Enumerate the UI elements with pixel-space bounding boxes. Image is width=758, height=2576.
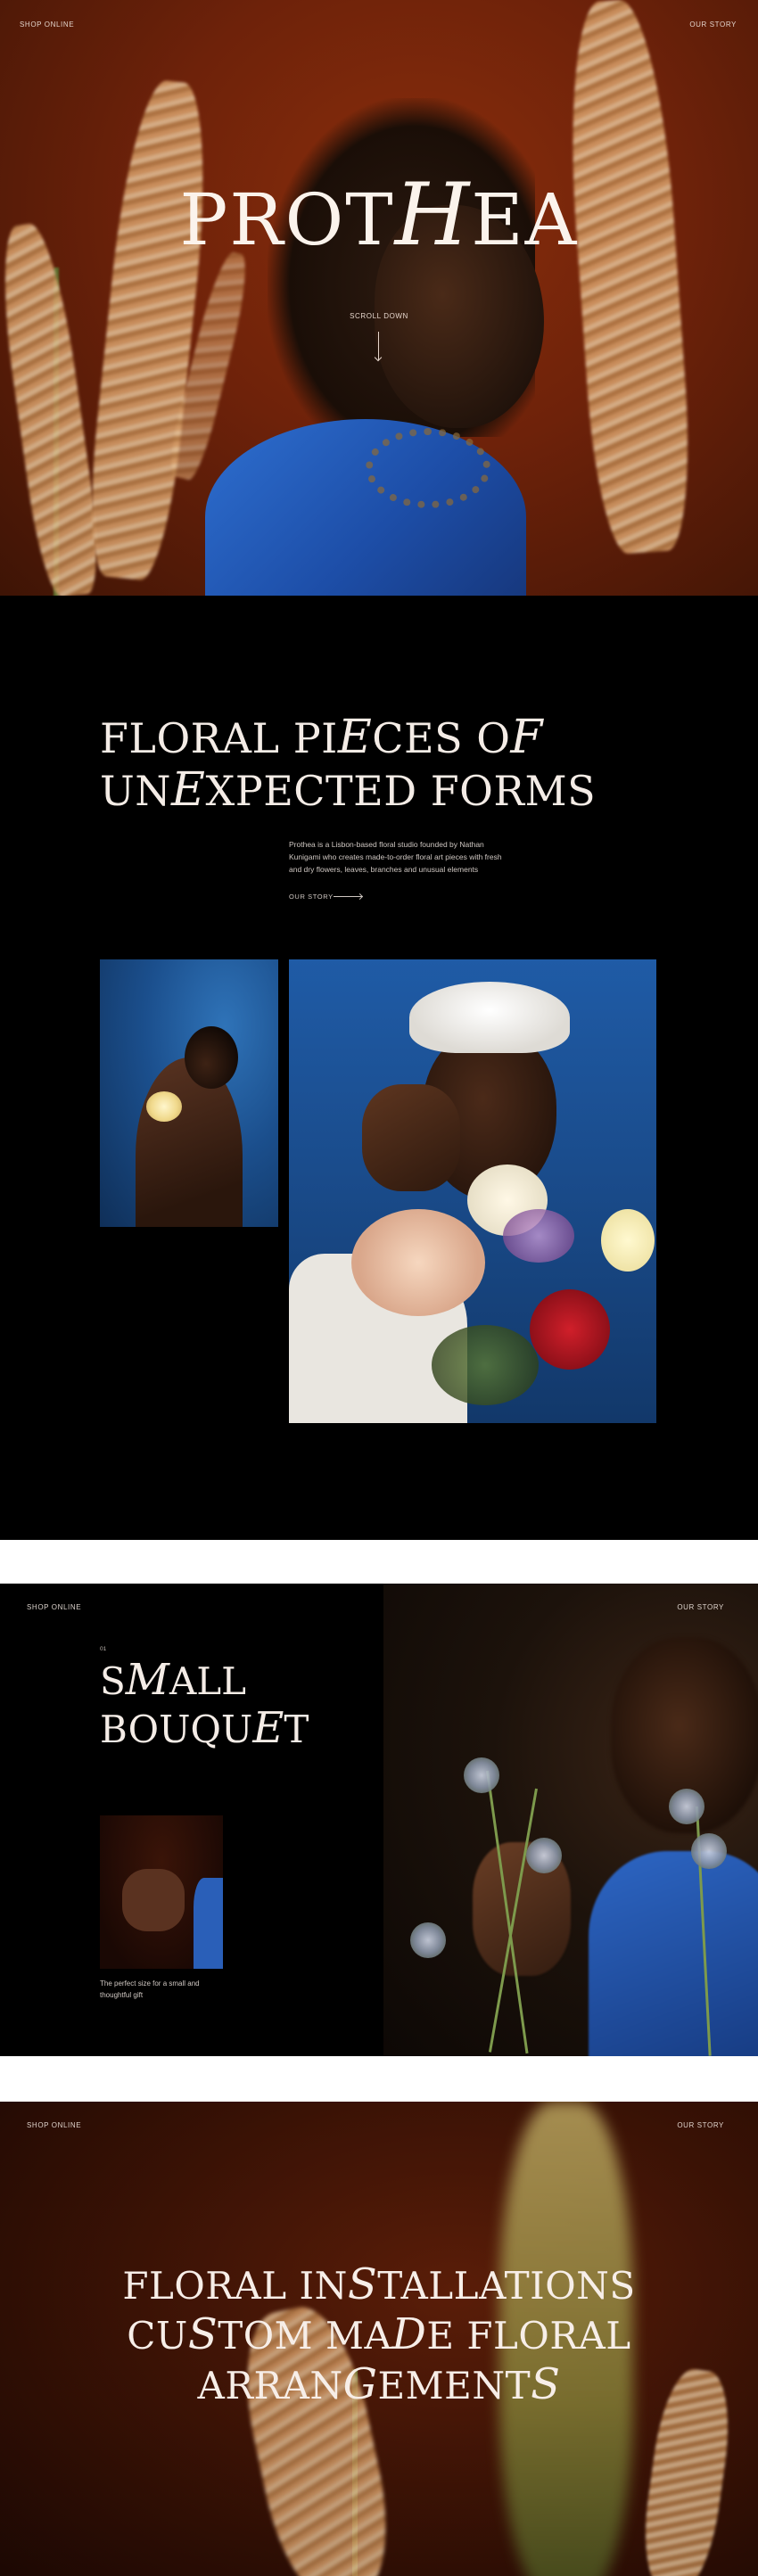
- intro-section: FLORAL PIECES OF UNEXPECTED FORMS Prothe…: [0, 596, 758, 1540]
- photo-model-bouquet: [289, 959, 656, 1423]
- yellow-rose: [146, 1091, 182, 1122]
- heading-script: F: [510, 711, 544, 764]
- thistle-flower: [526, 1838, 562, 1873]
- red-flower: [530, 1289, 610, 1370]
- heading-script: E: [171, 763, 206, 817]
- heading-script: G: [342, 2359, 378, 2409]
- title-script: E: [252, 1703, 284, 1753]
- product-title: SMALL BOUQUET: [100, 1657, 309, 1753]
- model-shirt: [194, 1878, 223, 1969]
- heading-text: CU: [127, 2314, 188, 2358]
- title-text: ALL: [169, 1659, 247, 1703]
- small-bouquet-section: SHOP ONLINE OUR STORY 01 SMALL BOUQUET T…: [0, 1584, 758, 2056]
- title-text: S: [100, 1659, 126, 1703]
- heading-script: D: [391, 2309, 427, 2359]
- shop-online-link[interactable]: SHOP ONLINE: [20, 21, 74, 29]
- brand-title-script: H: [394, 165, 472, 265]
- heading-text: TOM MA: [218, 2314, 392, 2358]
- hero-section: SHOP ONLINE OUR STORY PROTHEA SCROLL DOW…: [0, 0, 758, 596]
- heading-text: TALLATIONS: [377, 2264, 636, 2308]
- thistle-flower: [464, 1757, 499, 1793]
- flower-bouquet: [342, 1165, 656, 1423]
- plant-stalk: [560, 0, 697, 556]
- our-story-link[interactable]: OUR STORY: [689, 21, 737, 29]
- heading-text: UN: [100, 767, 172, 815]
- yellow-flower: [601, 1209, 655, 1272]
- intro-heading: FLORAL PIECES OF UNEXPECTED FORMS: [100, 712, 596, 817]
- photo-model-back: [100, 959, 278, 1227]
- heading-text: ARRAN: [197, 2364, 343, 2407]
- model-head: [185, 1026, 238, 1089]
- lilac-flowers: [503, 1209, 574, 1263]
- plant-stalk: [0, 220, 106, 596]
- title-text: BOUQU: [100, 1708, 253, 1751]
- thistle-flower: [691, 1833, 727, 1869]
- heading-text: FLORAL PI: [100, 714, 338, 762]
- section-divider: [0, 1540, 758, 1584]
- heading-text: EMENT: [377, 2364, 531, 2407]
- installations-section: SHOP ONLINE OUR STORY FLORAL INSTALLATIO…: [0, 2102, 758, 2576]
- thistle-flower: [410, 1922, 446, 1958]
- brand-title-part: EA: [471, 178, 579, 261]
- services-heading: FLORAL INSTALLATIONS CUSTOM MADE FLORAL …: [0, 2260, 758, 2410]
- our-story-link[interactable]: OUR STORY: [677, 2121, 724, 2129]
- scroll-down-label[interactable]: SCROLL DOWN: [0, 312, 758, 320]
- green-leaves: [432, 1325, 539, 1405]
- bouquet-hero-photo: [383, 1584, 758, 2056]
- brand-title: PROTHEA: [0, 165, 758, 265]
- heading-script: E: [337, 711, 373, 764]
- intro-description: Prothea is a Lisbon-based floral studio …: [289, 840, 502, 874]
- model-shirt: [589, 1851, 758, 2056]
- model-hand: [122, 1869, 185, 1931]
- shop-online-link[interactable]: SHOP ONLINE: [27, 2121, 81, 2129]
- heading-script: S: [531, 2359, 561, 2409]
- thistle-flower: [669, 1789, 704, 1824]
- title-script: M: [125, 1655, 169, 1705]
- section-divider: [0, 2056, 758, 2102]
- anthurium-flower: [351, 1209, 485, 1316]
- our-story-link[interactable]: OUR STORY: [677, 1603, 724, 1611]
- heading-text: E FLORAL: [426, 2314, 631, 2358]
- heading-text: FLORAL IN: [122, 2264, 348, 2308]
- our-story-cta[interactable]: OUR STORY: [289, 893, 334, 901]
- product-thumbnail[interactable]: [100, 1815, 223, 1969]
- product-caption: The perfect size for a small and thought…: [100, 1979, 200, 1999]
- plant-stalk: [80, 77, 218, 583]
- arrow-right-icon[interactable]: [334, 896, 362, 897]
- model-necklace: [366, 428, 490, 508]
- heading-script: S: [347, 2259, 378, 2309]
- heading-script: S: [187, 2309, 218, 2359]
- arrow-down-icon[interactable]: [378, 332, 379, 360]
- heading-text: XPECTED FORMS: [205, 767, 597, 815]
- heading-text: CES O: [372, 714, 511, 762]
- white-beret: [409, 982, 570, 1053]
- brand-title-part: PROT: [179, 178, 395, 261]
- shop-online-link[interactable]: SHOP ONLINE: [27, 1603, 81, 1611]
- product-number: 01: [100, 1646, 107, 1652]
- title-text: T: [284, 1708, 309, 1751]
